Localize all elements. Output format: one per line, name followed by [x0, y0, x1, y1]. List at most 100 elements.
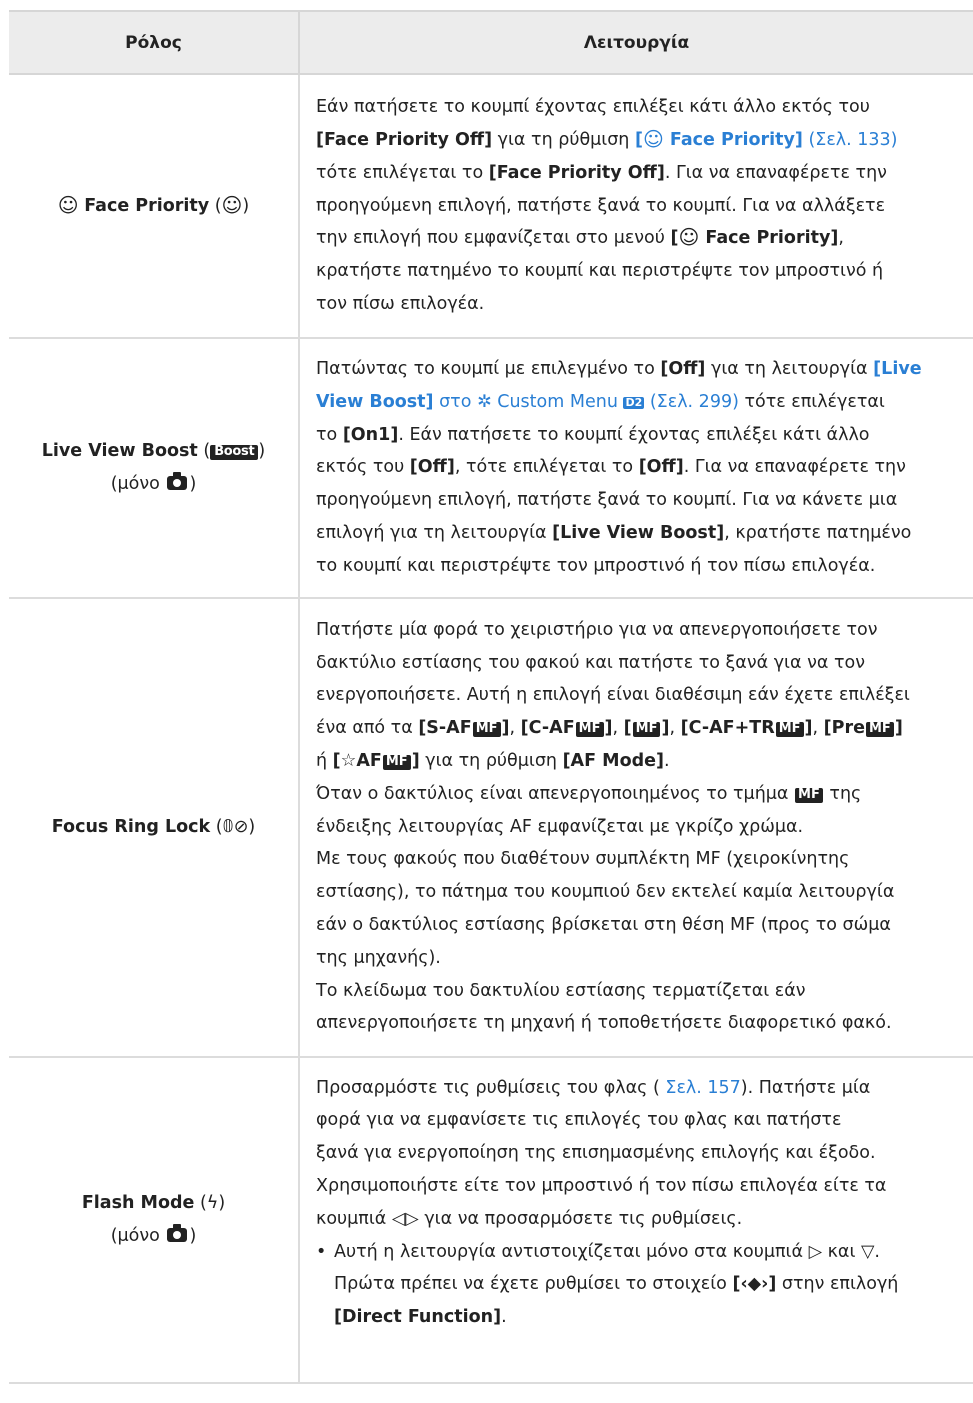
- text: προηγούμενη επιλογή, πατήστε ξανά το κου…: [316, 195, 886, 216]
- bold-term: [Off]: [638, 457, 684, 478]
- text: κρατήστε πατημένο το κουμπί και περιστρέ…: [316, 261, 884, 282]
- text: και: [822, 1241, 861, 1262]
- text: για τη ρύθμιση: [419, 751, 563, 772]
- text: στην επιλογή: [776, 1274, 899, 1295]
- text: απενεργοποιήσετε τη μηχανή ή τοποθετήσετ…: [316, 1013, 892, 1034]
- bold-term: [Off]: [660, 359, 706, 379]
- text: την επιλογή που εμφανίζεται στο μενού: [316, 228, 671, 249]
- live-view-boost-link[interactable]: View Boost]: [316, 392, 434, 412]
- left-right-arrow-icon: ◁▷: [391, 1208, 419, 1229]
- bold-term: [‹◆›]: [732, 1274, 777, 1295]
- header-function: Λειτουργία: [298, 10, 973, 75]
- face-priority-link[interactable]: [☺ Face Priority]: [635, 129, 803, 150]
- table-row: Focus Ring Lock (𝟘⊘) Πατήστε μία φορά το…: [9, 597, 973, 1058]
- text: , τότε επιλέγεται το: [454, 457, 639, 478]
- text: Το κλείδωμα του δακτυλίου εστίασης τερμα…: [316, 980, 806, 1001]
- header-role: Ρόλος: [9, 10, 299, 75]
- mf-icon: MF: [775, 721, 804, 738]
- role-name: Face Priority: [84, 195, 210, 216]
- text: ένδειξης λειτουργίας AF εμφανίζεται με γ…: [316, 816, 804, 837]
- text: ενεργοποιήσετε. Αυτή η επιλογή είναι δια…: [316, 685, 910, 706]
- text: ή: [316, 751, 333, 772]
- text: Προσαρμόστε τις ρυθμίσεις του φλας (: [316, 1077, 666, 1098]
- mf-icon: MF: [632, 721, 661, 738]
- page-ref-link[interactable]: Σελ. 157: [665, 1078, 740, 1098]
- page-ref-link[interactable]: (Σελ. 133): [808, 130, 897, 150]
- af-mode-option: [C-AF+TR MF]: [680, 718, 813, 739]
- text: Πατήστε μία φορά το χειριστήριο για να α…: [316, 619, 878, 640]
- role-name: Flash Mode: [81, 1192, 195, 1213]
- bold-term: [On1]: [342, 424, 399, 445]
- only-label: μόνο: [117, 1225, 160, 1246]
- function-cell: Προσαρμόστε τις ρυθμίσεις του φλας ( Σελ…: [299, 1056, 973, 1384]
- text: το κουμπί και περιστρέψτε τον μπροστινό …: [316, 555, 876, 576]
- function-cell: Εάν πατήσετε το κουμπί έχοντας επιλέξει …: [299, 74, 973, 339]
- text: στο: [433, 391, 477, 412]
- text: για τη λειτουργία: [705, 359, 874, 379]
- text: της: [823, 783, 862, 804]
- mf-icon: MF: [575, 721, 604, 738]
- role-cell: Live View Boost (Boost) (μόνο ): [9, 338, 300, 599]
- bold-term: [Face Priority Off]: [488, 162, 665, 183]
- page-ref-link[interactable]: (Σελ. 299): [650, 392, 739, 412]
- mf-icon: MF: [795, 787, 823, 803]
- text: ). Πατήστε μία: [740, 1077, 871, 1098]
- menu-tab-icon: D2: [623, 395, 645, 410]
- text: Πρώτα πρέπει να έχετε ρυθμίσει το στοιχε…: [334, 1274, 733, 1295]
- bold-term: [Off]: [409, 457, 455, 478]
- manual-page: Ρόλος Λειτουργία ☺ Face Priority (☺) Εάν…: [0, 0, 973, 1403]
- table-row: Live View Boost (Boost) (μόνο ) Πατώντας…: [9, 338, 973, 599]
- text: . Εάν πατήσετε το κουμπί έχοντας επιλέξε…: [398, 424, 870, 445]
- text: για τη ρύθμιση: [492, 130, 635, 150]
- mf-icon: MF: [382, 754, 411, 771]
- bold-term: [AF Mode]: [562, 751, 664, 772]
- gear-icon: ✲: [477, 391, 492, 412]
- bold-term: [Face Priority Off]: [316, 130, 493, 150]
- af-mode-option: [MF]: [623, 718, 670, 739]
- text: κουμπιά: [316, 1208, 392, 1229]
- only-label: μόνο: [117, 473, 160, 494]
- bullet-icon: •: [316, 1241, 327, 1262]
- text: τον πίσω επιλογέα.: [316, 293, 485, 314]
- face-icon: ☺: [221, 192, 243, 217]
- af-mode-option: [C-AF MF]: [520, 718, 613, 739]
- button-functions-table: Ρόλος Λειτουργία ☺ Face Priority (☺) Εάν…: [9, 10, 973, 1384]
- function-cell: Πατώντας το κουμπί με επιλεγμένο το [Off…: [299, 338, 973, 599]
- text: εάν ο δακτύλιος εστίασης βρίσκεται στη θ…: [316, 915, 891, 936]
- face-icon: ☺: [57, 192, 79, 217]
- down-arrow-icon: ▽: [860, 1241, 875, 1262]
- af-mode-option: [☆AF MF]: [332, 751, 420, 772]
- role-cell: Focus Ring Lock (𝟘⊘): [9, 597, 300, 1058]
- text: . Για να επαναφέρετε την: [683, 457, 906, 478]
- flash-icon: ϟ: [206, 1192, 219, 1213]
- text: δακτύλιο εστίασης του φακού και πατήστε …: [316, 652, 865, 673]
- text: τότε επιλέγεται: [738, 391, 885, 412]
- text: , κρατήστε πατημένο: [724, 522, 912, 543]
- text: επιλογή για τη λειτουργία: [316, 522, 553, 543]
- camera-icon: [167, 471, 188, 490]
- text: της μηχανής).: [316, 947, 441, 968]
- mf-icon: MF: [866, 721, 894, 738]
- text: τότε επιλέγεται το: [316, 162, 489, 183]
- role-name: Live View Boost: [41, 440, 198, 461]
- live-view-boost-link[interactable]: [Live: [873, 359, 921, 379]
- bold-term: [☺ Face Priority]: [670, 225, 839, 250]
- custom-menu-link[interactable]: Custom Menu: [497, 392, 618, 412]
- function-cell: Πατήστε μία φορά το χειριστήριο για να α…: [299, 597, 973, 1058]
- text: . Για να επαναφέρετε την: [664, 162, 887, 183]
- text: ,: [838, 228, 844, 249]
- text: εστίασης), το πάτημα του κουμπιού δεν εκ…: [316, 882, 895, 903]
- bold-term: [Direct Function]: [334, 1307, 502, 1328]
- text: για να προσαρμόσετε τις ρυθμίσεις.: [418, 1208, 743, 1229]
- camera-icon: [167, 1223, 188, 1242]
- text: Πατώντας το κουμπί με επιλεγμένο το: [316, 359, 661, 379]
- face-icon: ☺: [678, 225, 700, 250]
- text: Με τους φακούς που διαθέτουν συμπλέκτη M…: [316, 849, 850, 870]
- text: Χρησιμοποιήστε είτε τον μπροστινό ή τον …: [316, 1175, 887, 1196]
- text: το: [316, 424, 343, 445]
- boost-icon: Boost: [210, 444, 259, 460]
- table-row: ☺ Face Priority (☺) Εάν πατήσετε το κουμ…: [9, 74, 973, 339]
- table-row: Flash Mode (ϟ) (μόνο ) Προσαρμόστε τις ρ…: [9, 1056, 973, 1384]
- text: Αυτή η λειτουργία αντιστοιχίζεται μόνο σ…: [334, 1241, 809, 1262]
- text: φορά για να εμφανίσετε τις επιλογές του …: [316, 1110, 842, 1131]
